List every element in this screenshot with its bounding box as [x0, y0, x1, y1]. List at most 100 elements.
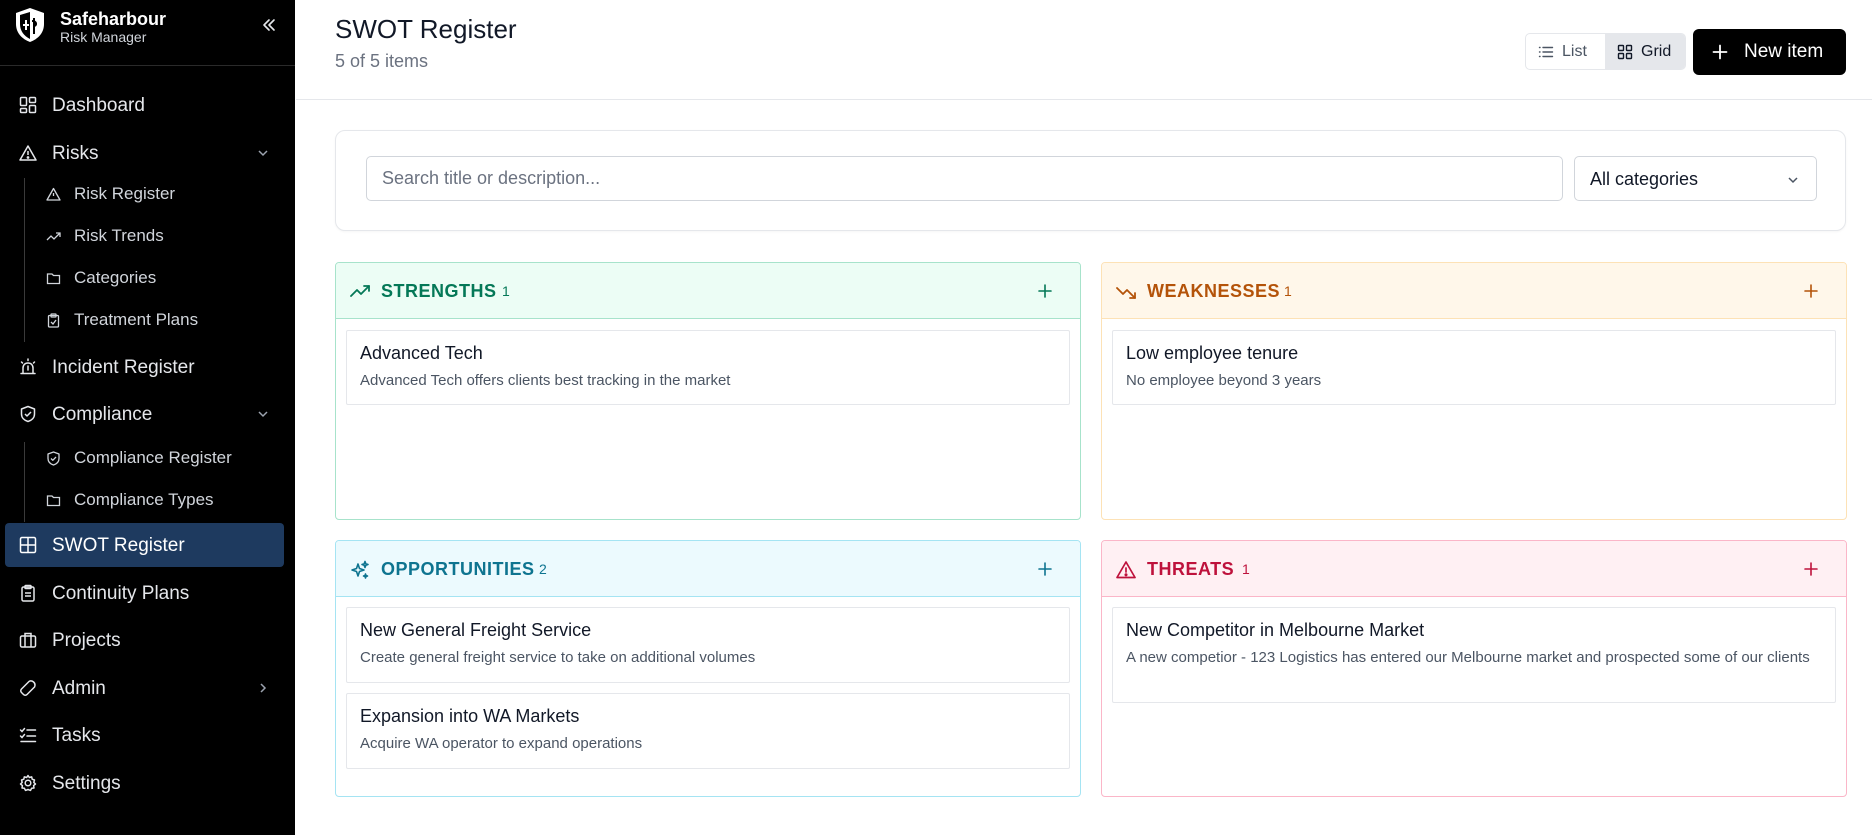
sidebar-item-categories[interactable]: Categories [43, 262, 283, 294]
folder-icon [46, 271, 61, 286]
item-title: New Competitor in Melbourne Market [1126, 620, 1425, 640]
filter-card: All categories [335, 130, 1846, 231]
trend-up-icon [350, 282, 370, 302]
sidebar-item-swot-register[interactable]: SWOT Register [5, 523, 284, 567]
item-description: Advanced Tech offers clients best tracki… [360, 372, 731, 389]
quadrant-count: 1 [1284, 283, 1292, 299]
sub-item-label: Risk Trends [74, 226, 164, 245]
weaknesses-header: WEAKNESSES 1 [1102, 263, 1846, 319]
sidebar-item-admin[interactable]: Admin [5, 666, 284, 710]
new-item-label: New item [1744, 41, 1824, 62]
swot-item-card[interactable]: Expansion into WA Markets Acquire WA ope… [346, 693, 1070, 769]
compliance-submenu: Compliance Register Compliance Types [24, 442, 232, 522]
threats-quadrant: THREATS 1 New Competitor in Melbourne Ma… [1101, 540, 1847, 797]
warning-triangle-icon [19, 144, 37, 162]
trend-down-icon [1116, 282, 1136, 302]
item-description: Acquire WA operator to expand operations [360, 735, 643, 752]
sidebar-item-label: SWOT Register [52, 535, 185, 556]
sidebar-item-label: Projects [52, 630, 121, 651]
swot-item-card[interactable]: Low employee tenure No employee beyond 3… [1112, 330, 1836, 405]
sidebar-item-projects[interactable]: Projects [5, 618, 284, 662]
sidebar-item-risks[interactable]: Risks [5, 131, 284, 175]
sidebar-item-treatment-plans[interactable]: Treatment Plans [43, 304, 283, 336]
sidebar-item-settings[interactable]: Settings [5, 761, 284, 805]
sidebar-item-risk-register[interactable]: Risk Register [43, 178, 283, 210]
sidebar-item-incident-register[interactable]: Incident Register [5, 345, 284, 389]
page-title: SWOT Register [335, 14, 517, 44]
sub-item-label: Compliance Register [74, 448, 232, 467]
add-strength-button[interactable] [1037, 283, 1053, 299]
strengths-quadrant: STRENGTHS 1 Advanced Tech Advanced Tech … [335, 262, 1081, 520]
grid-icon [19, 536, 37, 554]
sub-item-label: Risk Register [74, 184, 176, 203]
wrench-icon [19, 679, 37, 697]
quadrant-title: STRENGTHS [381, 281, 497, 301]
shield-logo-icon [12, 6, 48, 44]
chevron-right-icon [256, 681, 270, 695]
checklist-icon [19, 726, 37, 744]
sidebar-item-continuity-plans[interactable]: Continuity Plans [5, 571, 284, 615]
item-description: Create general freight service to take o… [360, 649, 756, 666]
sidebar-item-label: Tasks [52, 725, 101, 746]
grid-view-button[interactable]: Grid [1605, 34, 1685, 69]
quadrant-count: 1 [1242, 561, 1250, 577]
siren-icon [19, 358, 37, 376]
sidebar-item-compliance-register[interactable]: Compliance Register [43, 442, 283, 474]
trend-up-icon [46, 229, 61, 244]
list-icon [1538, 44, 1554, 60]
chevron-down-icon [256, 146, 270, 160]
sidebar-item-label: Risks [52, 143, 99, 164]
quadrant-count: 1 [502, 283, 510, 299]
item-description: No employee beyond 3 years [1126, 372, 1322, 389]
shield-check-icon [19, 405, 37, 423]
sidebar-item-tasks[interactable]: Tasks [5, 713, 284, 757]
swot-item-card[interactable]: New Competitor in Melbourne Market A new… [1112, 607, 1836, 703]
item-title: Advanced Tech [360, 343, 483, 363]
category-select[interactable]: All categories [1574, 156, 1817, 201]
list-view-button[interactable]: List [1526, 34, 1605, 69]
opportunities-quadrant: OPPORTUNITIES 2 New General Freight Serv… [335, 540, 1081, 797]
quadrant-title: OPPORTUNITIES [381, 559, 535, 579]
view-toggle: List Grid [1525, 33, 1686, 70]
add-threat-button[interactable] [1803, 561, 1819, 577]
swot-item-card[interactable]: Advanced Tech Advanced Tech offers clien… [346, 330, 1070, 405]
sidebar-item-label: Continuity Plans [52, 583, 190, 604]
gear-icon [19, 774, 37, 792]
sidebar-item-label: Admin [52, 678, 106, 699]
search-input[interactable] [366, 156, 1563, 201]
sidebar-item-dashboard[interactable]: Dashboard [5, 83, 284, 127]
list-view-label: List [1562, 43, 1587, 60]
sidebar-item-compliance[interactable]: Compliance [5, 392, 284, 436]
threats-header: THREATS 1 [1102, 541, 1846, 597]
warning-triangle-icon [1116, 560, 1136, 580]
sidebar-item-risk-trends[interactable]: Risk Trends [43, 220, 283, 252]
strengths-header: STRENGTHS 1 [336, 263, 1080, 319]
briefcase-icon [19, 631, 37, 649]
swot-item-card[interactable]: New General Freight Service Create gener… [346, 607, 1070, 683]
sidebar-item-label: Dashboard [52, 95, 145, 116]
sidebar-item-compliance-types[interactable]: Compliance Types [43, 484, 283, 516]
clipboard-icon [19, 584, 37, 602]
add-opportunity-button[interactable] [1037, 561, 1053, 577]
warning-triangle-icon [46, 187, 61, 202]
new-item-button[interactable]: New item [1693, 29, 1846, 75]
item-title: Expansion into WA Markets [360, 706, 580, 726]
item-description: A new competior - 123 Logistics has ente… [1126, 649, 1810, 666]
brand-header: Safeharbour Risk Manager [0, 0, 295, 66]
sidebar-item-label: Settings [52, 773, 121, 794]
grid-icon [1617, 44, 1633, 60]
clipboard-check-icon [46, 313, 61, 328]
opportunities-header: OPPORTUNITIES 2 [336, 541, 1080, 597]
brand-name: Safeharbour [60, 9, 167, 29]
item-count: 5 of 5 items [335, 51, 429, 71]
plus-icon [1712, 44, 1728, 60]
category-select-value: All categories [1590, 169, 1699, 189]
chevron-down-icon [1786, 173, 1800, 187]
add-weakness-button[interactable] [1803, 283, 1819, 299]
grid-view-label: Grid [1641, 43, 1672, 60]
brand-subtitle: Risk Manager [60, 29, 147, 45]
risks-submenu: Risk Register Risk Trends Categories Tre… [24, 178, 198, 342]
collapse-sidebar-icon[interactable] [258, 14, 280, 36]
folder-icon [46, 493, 61, 508]
sub-item-label: Treatment Plans [74, 310, 199, 329]
